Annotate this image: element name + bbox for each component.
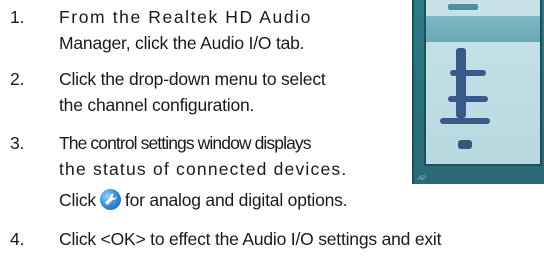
play-button[interactable] — [458, 140, 472, 149]
step-number: 1. — [10, 7, 25, 27]
step-2-line-1: Click the drop-down menu to select — [59, 69, 326, 89]
audio-manager-screenshot: AP — [412, 0, 544, 184]
step-3-line-1: The control settings window displays — [59, 133, 312, 153]
step-3-line-2: the status of connected devices. — [59, 159, 348, 179]
speaker-band — [426, 16, 540, 42]
panel-header-bar — [448, 4, 478, 10]
step-number: 2. — [10, 69, 25, 89]
wrench-settings-icon[interactable] — [99, 189, 121, 210]
device-arm-top — [450, 70, 486, 76]
screenshot-footer: AP — [418, 176, 427, 182]
device-arm-bottom — [448, 96, 488, 102]
step-4-line-1: Click <OK> to effect the Audio I/O setti… — [59, 229, 442, 249]
step-number: 4. — [10, 229, 25, 249]
audio-io-panel — [424, 0, 542, 166]
click-label: Click — [59, 190, 96, 210]
step-1-line-1: From the Realtek HD Audio — [59, 7, 313, 27]
options-text: for analog and digital options. — [124, 190, 348, 210]
device-base — [440, 118, 490, 124]
step-1-line-2: Manager, click the Audio I/O tab. — [59, 33, 305, 53]
step-3-line-3: Click for analog and digital options. — [59, 188, 348, 213]
speaker-stand — [456, 48, 466, 118]
step-2-line-2: the channel configuration. — [59, 95, 255, 115]
step-number: 3. — [10, 133, 25, 153]
